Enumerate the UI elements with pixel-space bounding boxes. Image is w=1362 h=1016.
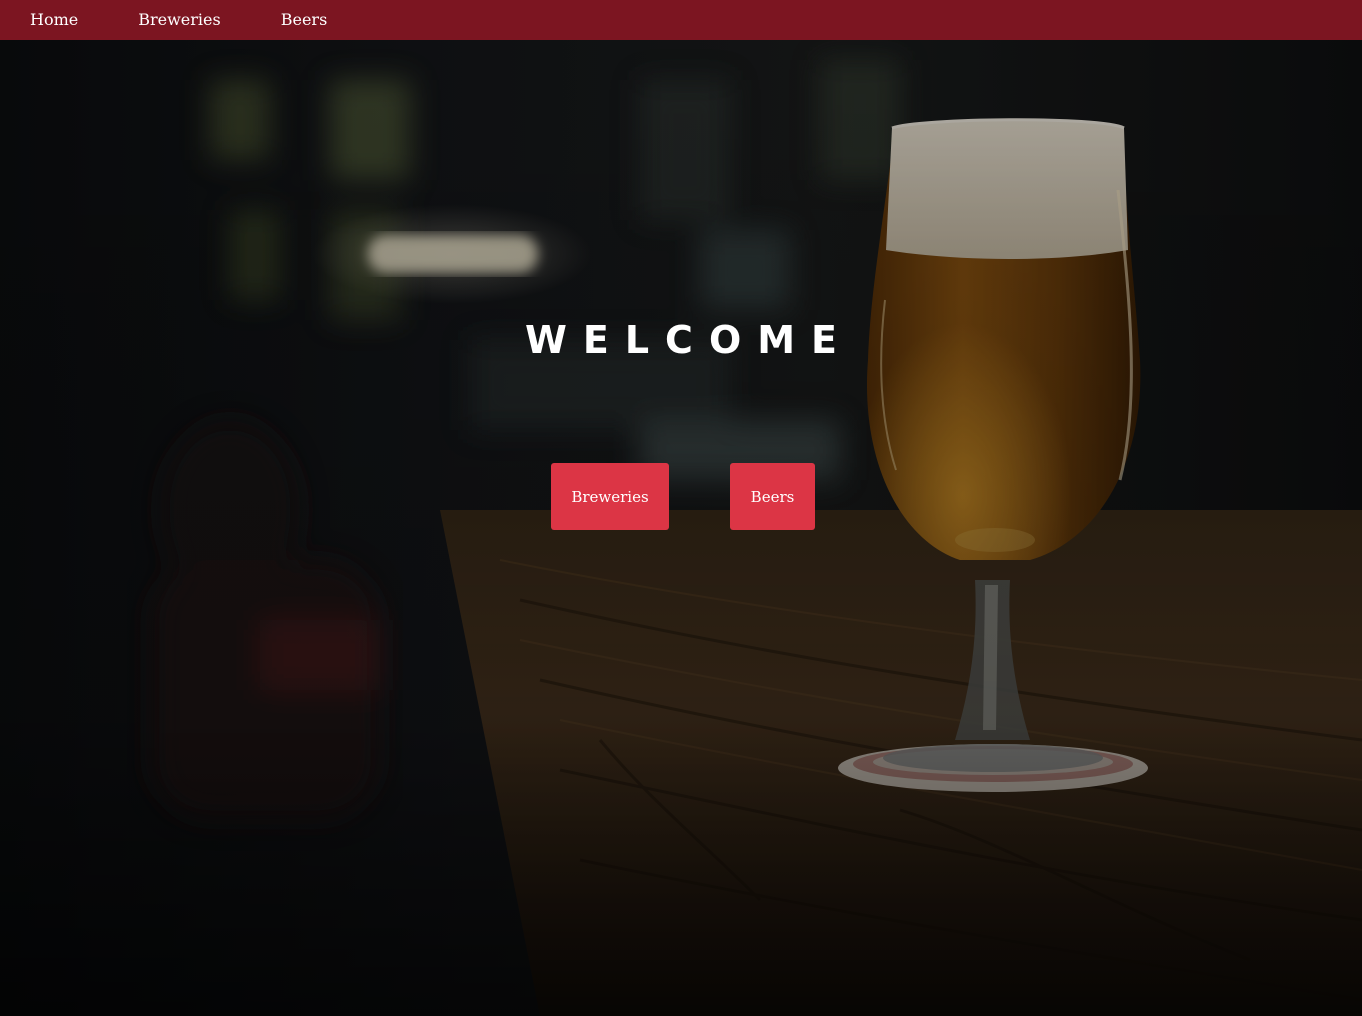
nav-link-breweries[interactable]: Breweries — [138, 12, 220, 28]
nav-link-beers[interactable]: Beers — [281, 12, 328, 28]
top-navbar: Home Breweries Beers — [0, 0, 1362, 40]
hero-section: WELCOME Breweries Beers — [0, 40, 1362, 1016]
nav-link-home[interactable]: Home — [30, 12, 78, 28]
hero-background-photo — [0, 40, 1362, 1016]
beers-button[interactable]: Beers — [730, 463, 815, 530]
breweries-button[interactable]: Breweries — [551, 463, 669, 530]
welcome-heading: WELCOME — [524, 318, 854, 362]
